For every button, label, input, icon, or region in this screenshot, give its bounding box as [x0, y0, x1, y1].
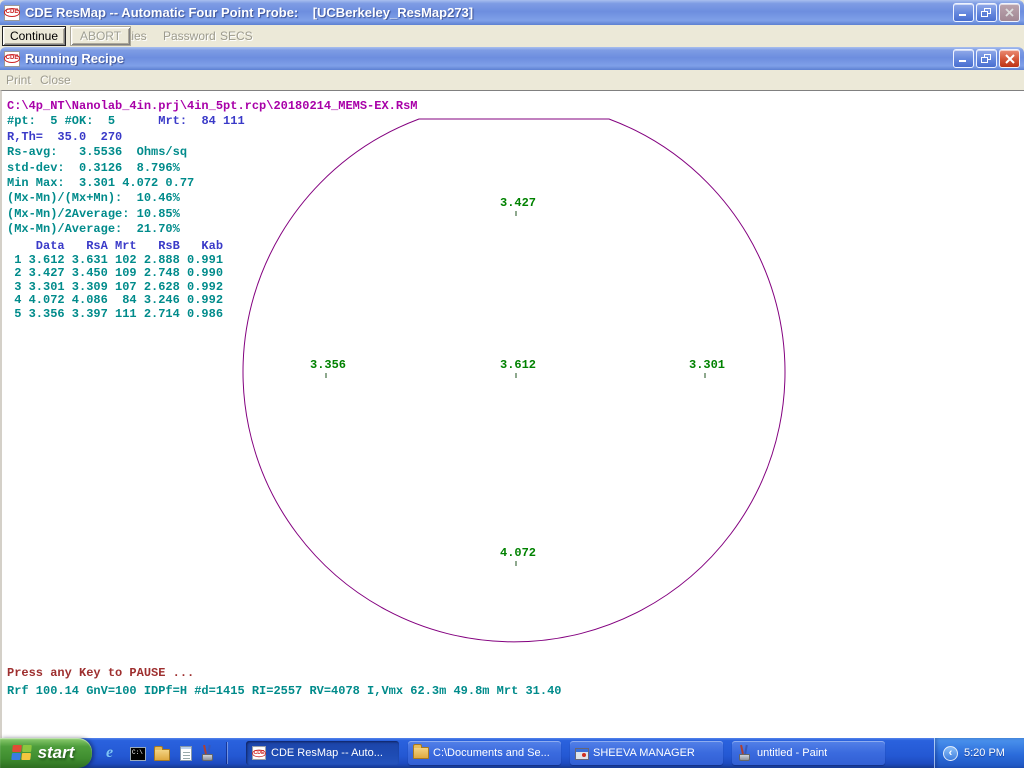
task-button-explorer[interactable]: C:\Documents and Se... — [408, 741, 561, 765]
restore-icon — [981, 8, 992, 18]
close-icon — [1005, 8, 1014, 17]
cde-app-icon: CDE — [252, 746, 266, 760]
paint-icon[interactable] — [200, 745, 216, 761]
pause-message: Press any Key to PAUSE ... — [7, 666, 194, 680]
wafer-site-value: 3.427 — [500, 196, 536, 210]
paint-icon — [737, 745, 753, 761]
task-button-cde-resmap[interactable]: CDE CDE ResMap -- Auto... — [246, 741, 399, 765]
main-close-button[interactable] — [999, 3, 1020, 22]
wafer-site-value: 3.301 — [689, 358, 725, 372]
menu-item-password[interactable]: Password — [163, 29, 216, 43]
abort-button[interactable]: ABORT — [70, 26, 131, 46]
internet-explorer-icon[interactable]: e — [106, 745, 122, 761]
task-button-sheeva-manager[interactable]: SHEEVA MANAGER — [570, 741, 723, 765]
wafer-site-value: 3.356 — [310, 358, 346, 372]
recipe-window-title: Running Recipe — [25, 51, 953, 66]
recipe-minimize-button[interactable] — [953, 49, 974, 68]
recipe-restore-button[interactable] — [976, 49, 997, 68]
site-marker — [325, 373, 327, 378]
site-marker — [704, 373, 706, 378]
main-window-titlebar: CDE CDE ResMap -- Automatic Four Point P… — [0, 0, 1024, 25]
taskbar-clock[interactable]: 5:20 PM — [964, 747, 1005, 759]
probe-status-line: Rrf 100.14 GnV=100 IDPf=H #d=1415 RI=255… — [7, 684, 562, 698]
site-marker — [515, 561, 517, 566]
system-tray: ‹ 5:20 PM — [934, 738, 1024, 768]
close-icon — [1005, 54, 1015, 64]
minimize-icon — [959, 8, 968, 17]
minimize-icon — [959, 54, 968, 63]
recipe-report-area: C:\4p_NT\Nanolab_4in.prj\4in_5pt.rcp\201… — [0, 90, 1024, 738]
taskbar-divider — [226, 742, 228, 764]
menu-item-secs[interactable]: SECS — [220, 29, 253, 43]
task-button-strip: CDE CDE ResMap -- Auto... C:\Documents a… — [246, 741, 934, 765]
recipe-close-button[interactable] — [999, 49, 1020, 68]
windows-flag-icon — [11, 745, 34, 761]
cde-app-icon: CDE — [4, 5, 20, 21]
start-button[interactable]: start — [0, 738, 92, 768]
menu-item-print[interactable]: Print — [6, 73, 31, 87]
site-marker — [515, 211, 517, 216]
wafer-site-value: 4.072 — [500, 546, 536, 560]
main-window-title: CDE ResMap -- Automatic Four Point Probe… — [25, 5, 953, 20]
recipe-window-titlebar: CDE Running Recipe — [0, 47, 1024, 70]
main-restore-button[interactable] — [976, 3, 997, 22]
quick-launch-bar: e C:\ — [106, 745, 216, 761]
wafer-map-outline — [2, 91, 1024, 738]
restore-icon — [981, 54, 992, 64]
main-minimize-button[interactable] — [953, 3, 974, 22]
task-button-paint[interactable]: untitled - Paint — [732, 741, 885, 765]
site-marker — [515, 373, 517, 378]
start-button-label: start — [38, 743, 81, 763]
tray-collapse-chevron-icon[interactable]: ‹ — [943, 746, 958, 761]
notepad-icon[interactable] — [180, 746, 192, 761]
menu-item-close[interactable]: Close — [40, 73, 71, 87]
command-prompt-icon[interactable]: C:\ — [130, 747, 146, 761]
taskbar: start e C:\ CDE CDE ResMap -- Auto... C:… — [0, 738, 1024, 768]
app-window-icon — [575, 748, 589, 760]
wafer-site-value: 3.612 — [500, 358, 536, 372]
main-menubar: Utilities Password SECS Continue ABORT — [0, 25, 1024, 47]
continue-button[interactable]: Continue — [2, 26, 66, 46]
folder-icon — [413, 747, 429, 759]
recipe-menubar: Print Close — [0, 70, 1024, 90]
folder-icon[interactable] — [154, 749, 170, 761]
cde-recipe-icon: CDE — [4, 51, 20, 67]
